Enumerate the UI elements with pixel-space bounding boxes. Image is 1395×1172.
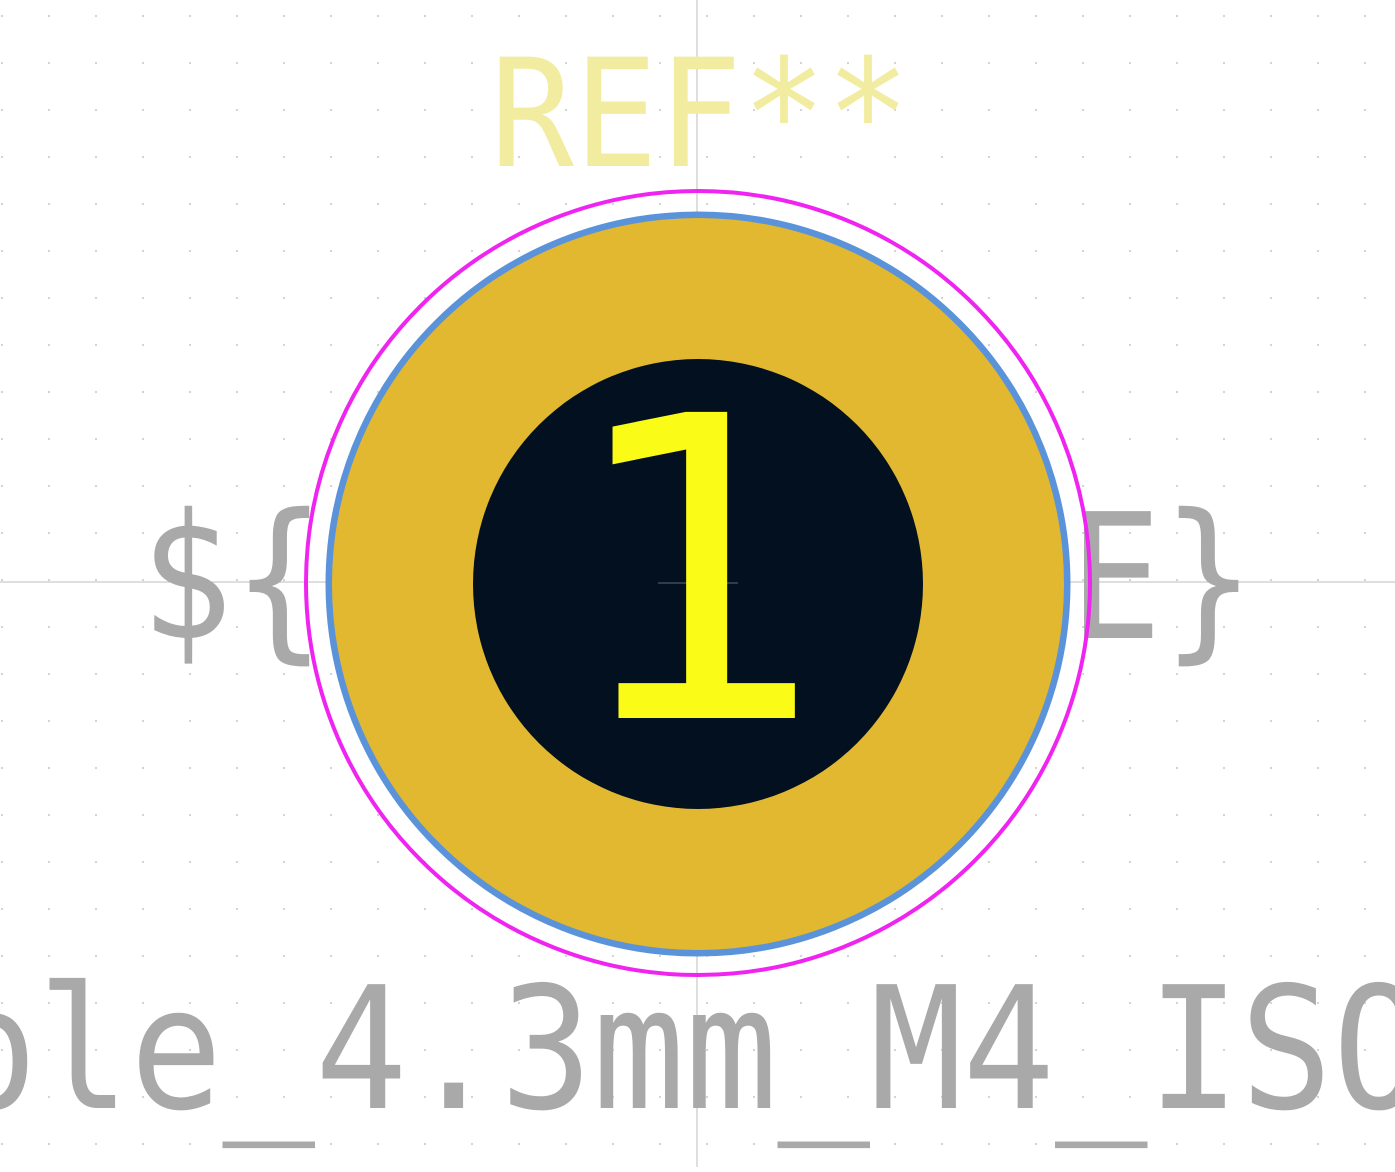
reference-designator: REF** xyxy=(490,28,910,202)
footprint-view[interactable]: ${REFERENCE} 1 REF** ole_4.3mm_M4_ISO xyxy=(0,0,1395,1167)
footprint-name-text: ole_4.3mm_M4_ISO xyxy=(0,951,1395,1149)
pcb-footprint-canvas[interactable]: ${REFERENCE} 1 REF** ole_4.3mm_M4_ISO xyxy=(0,0,1395,1167)
pad-number: 1 xyxy=(566,329,833,818)
